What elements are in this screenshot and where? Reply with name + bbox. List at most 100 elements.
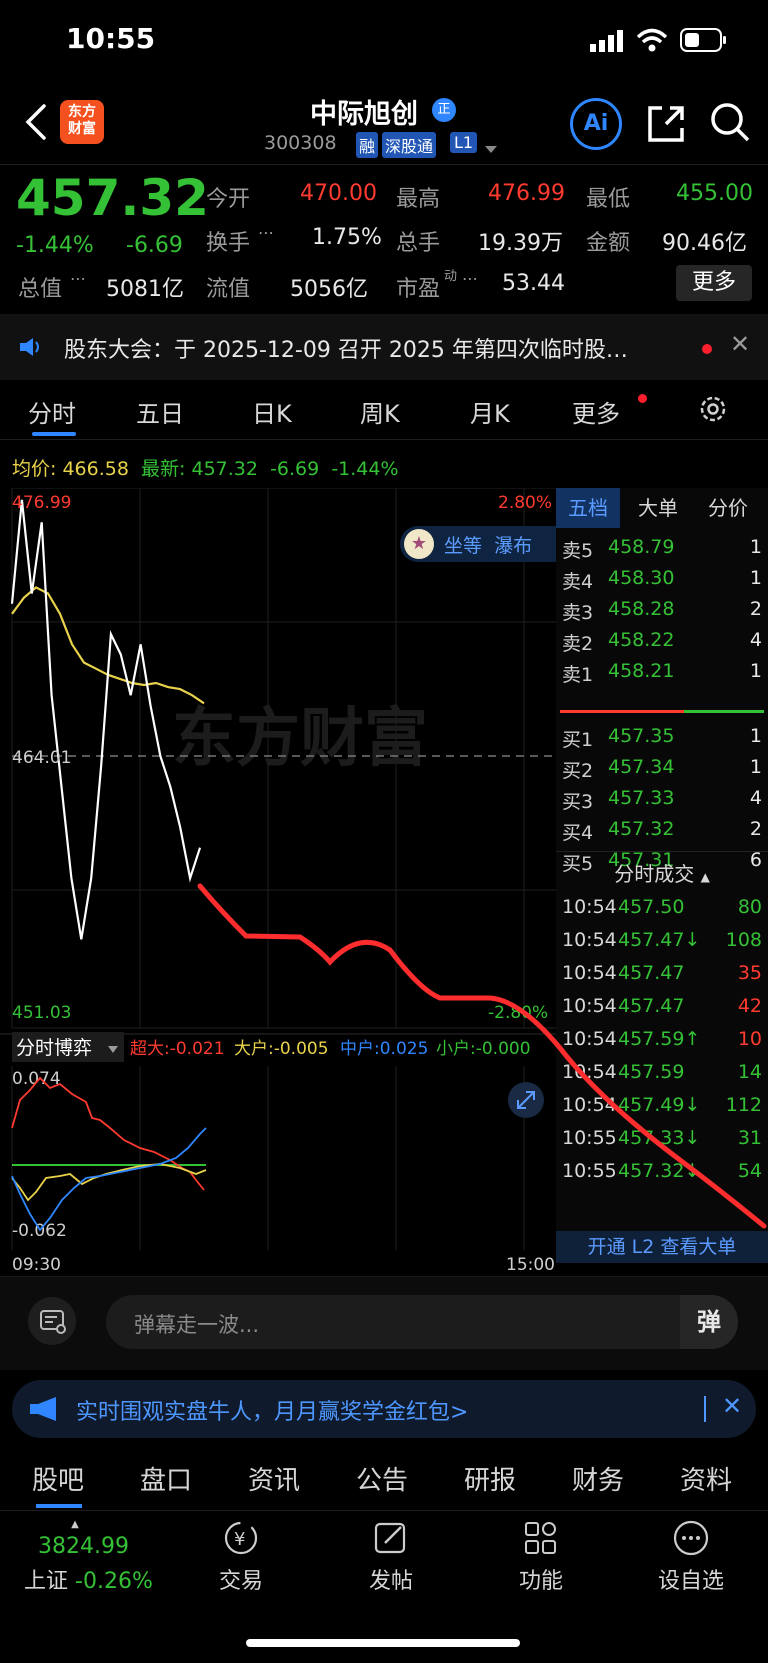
volume-value: 19.39万 xyxy=(478,231,563,256)
intraday-chart[interactable]: 东方财富 476.99 464.01 451.03 2.80% -2.80% 分… xyxy=(0,487,556,1276)
info-icon[interactable]: ⋯ xyxy=(462,269,478,288)
home-indicator xyxy=(246,1639,520,1647)
tick-qty: 35 xyxy=(737,962,762,984)
dock-watchlist-label: 设自选 xyxy=(657,1569,724,1594)
tick-qty: 31 xyxy=(737,1127,762,1149)
ask-row[interactable]: 卖5 458.79 1 xyxy=(556,532,768,564)
danmaku-input[interactable]: 弹幕走一波... 弹 xyxy=(106,1295,738,1349)
back-icon[interactable] xyxy=(24,102,48,146)
search-icon[interactable] xyxy=(708,100,752,148)
book-tab-price[interactable]: 分价 xyxy=(696,488,760,528)
chart-grid xyxy=(11,487,556,1250)
ask-qty: 4 xyxy=(749,629,762,651)
bid-label: 买4 xyxy=(562,822,594,844)
book-tab-five[interactable]: 五档 xyxy=(556,488,620,528)
btab-research[interactable]: 研报 xyxy=(464,1460,516,1497)
l2-link[interactable]: 开通 L2 查看大单 xyxy=(556,1231,768,1263)
tab-day-k[interactable]: 日K xyxy=(252,394,292,429)
sub-title: 分时博弈 xyxy=(16,1037,92,1059)
dropdown-icon[interactable] xyxy=(484,140,498,159)
mktcap-value: 5081亿 xyxy=(106,277,184,302)
tab-week-k[interactable]: 周K xyxy=(360,394,400,429)
promo-banner[interactable]: 实时围观实盘牛人，月月赢奖学金红包> ✕ xyxy=(12,1380,756,1438)
danmaku-bar: 弹幕走一波... 弹 xyxy=(0,1276,768,1370)
ticks-title[interactable]: 分时成交 ▲ xyxy=(556,851,768,887)
ask-price: 458.21 xyxy=(608,660,675,682)
ai-button[interactable]: Ai xyxy=(570,98,622,150)
btab-news[interactable]: 资讯 xyxy=(248,1460,300,1497)
pe-label: 市盈 xyxy=(396,277,441,302)
tick-qty: 10 xyxy=(737,1028,762,1050)
tab-intraday[interactable]: 分时 xyxy=(28,394,76,429)
bid-row[interactable]: 买3 457.33 4 xyxy=(556,783,768,815)
btab-handicap[interactable]: 盘口 xyxy=(140,1460,192,1497)
info-icon[interactable]: ⋯ xyxy=(70,269,86,288)
dock-post[interactable]: 发帖 xyxy=(336,1519,446,1595)
tab-active-underline xyxy=(32,432,76,436)
avg-value: 466.58 xyxy=(62,458,129,480)
notice-bar[interactable]: 股东大会：于 2025-12-09 召开 2025 年第四次临时股… ✕ xyxy=(0,314,768,380)
danmaku-send-button[interactable]: 弹 xyxy=(680,1295,738,1349)
bid-row[interactable]: 买4 457.32 2 xyxy=(556,814,768,846)
settings-icon[interactable] xyxy=(698,394,728,428)
tick-row: 10:54 457.47↓ 108 xyxy=(556,925,768,957)
tick-row: 10:54 457.47 35 xyxy=(556,958,768,990)
share-icon[interactable] xyxy=(644,102,688,150)
close-icon[interactable]: ✕ xyxy=(722,1392,742,1420)
btab-profile[interactable]: 资料 xyxy=(680,1460,732,1497)
tab-more[interactable]: 更多 xyxy=(572,394,620,429)
chat-popup[interactable]: ★ 坐等 瀑布 xyxy=(400,526,556,562)
latest-value: 457.32 xyxy=(191,458,258,480)
tick-price: 457.59 xyxy=(618,1061,685,1083)
book-divider-red xyxy=(560,710,684,713)
ask-qty: 1 xyxy=(749,536,762,558)
btab-finance[interactable]: 财务 xyxy=(572,1460,624,1497)
info-icon[interactable]: ⋯ xyxy=(258,223,274,242)
stock-name[interactable]: 中际旭创 xyxy=(310,92,418,131)
tick-row: 10:55 457.33↓ 31 xyxy=(556,1123,768,1155)
tab-month-k[interactable]: 月K xyxy=(470,394,510,429)
btab-forum[interactable]: 股吧 xyxy=(32,1460,84,1497)
y-mid-label: 464.01 xyxy=(12,748,71,768)
tick-price: 457.32↓ xyxy=(618,1160,701,1182)
ask-row[interactable]: 卖4 458.30 1 xyxy=(556,563,768,595)
open-value: 470.00 xyxy=(300,181,377,206)
tick-row: 10:55 457.32↓ 54 xyxy=(556,1156,768,1188)
ask-row[interactable]: 卖1 458.21 1 xyxy=(556,656,768,688)
tick-price: 457.59↑ xyxy=(618,1028,701,1050)
ask-row[interactable]: 卖3 458.28 2 xyxy=(556,594,768,626)
more-button[interactable]: 更多 xyxy=(676,265,752,301)
index-name: 上证 xyxy=(24,1569,69,1594)
bid-row[interactable]: 买2 457.34 1 xyxy=(556,752,768,784)
bid-label: 买1 xyxy=(562,729,594,751)
x-end-label: 15:00 xyxy=(506,1255,555,1275)
tick-time: 10:54 xyxy=(562,1094,617,1116)
tab-five-day[interactable]: 五日 xyxy=(136,394,184,429)
bottom-dock: ▲ 3824.99 上证 -0.26% ¥ 交易 发帖 功能 设自选 xyxy=(0,1510,768,1663)
dock-function[interactable]: 功能 xyxy=(486,1519,596,1595)
danmaku-settings-icon[interactable] xyxy=(28,1297,76,1345)
index-widget[interactable]: ▲ 3824.99 上证 -0.26% xyxy=(20,1519,170,1595)
function-icon xyxy=(525,1522,556,1554)
dock-trade[interactable]: ¥ 交易 xyxy=(186,1519,296,1595)
dock-watchlist[interactable]: 设自选 xyxy=(636,1519,746,1595)
y-top-label: 476.99 xyxy=(12,493,71,513)
tick-row: 10:54 457.59↑ 10 xyxy=(556,1024,768,1056)
bid-row[interactable]: 买1 457.35 1 xyxy=(556,721,768,753)
tag-connect: 深股通 xyxy=(382,132,437,158)
bid-qty: 4 xyxy=(749,787,762,809)
ask-label: 卖4 xyxy=(562,571,594,593)
order-book: 五档 大单 分价 卖5 458.79 1 卖4 458.30 1 卖3 458.28 2 卖2 45… xyxy=(556,488,768,1263)
book-tab-big[interactable]: 大单 xyxy=(626,488,690,528)
btab-announce[interactable]: 公告 xyxy=(356,1460,408,1497)
chart-canvas: 东方财富 476.99 464.01 451.03 2.80% -2.80% 分… xyxy=(0,487,556,1275)
tag-margin: 融 xyxy=(356,132,379,158)
close-icon[interactable]: ✕ xyxy=(730,330,750,358)
tick-price: 457.47↓ xyxy=(618,929,701,951)
ask-price: 458.22 xyxy=(608,629,675,651)
ask-row[interactable]: 卖2 458.22 4 xyxy=(556,625,768,657)
promo-divider xyxy=(704,1396,706,1422)
dock-post-label: 发帖 xyxy=(368,1569,413,1594)
current-price: 457.32 xyxy=(16,169,209,227)
sub-series-big xyxy=(11,1163,207,1202)
